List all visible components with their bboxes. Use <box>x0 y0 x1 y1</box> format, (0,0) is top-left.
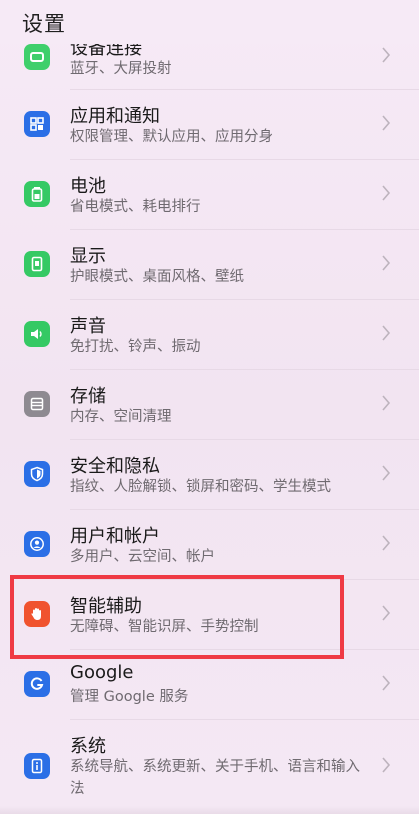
highlight-box <box>10 575 344 659</box>
storage-icon <box>24 391 50 417</box>
settings-item-users[interactable]: 用户和帐户 多用户、云空间、帐户 <box>0 510 419 579</box>
chevron-right-icon <box>382 675 391 691</box>
sound-icon <box>24 321 50 347</box>
settings-item-subtitle: 护眼模式、桌面风格、壁纸 <box>70 269 244 285</box>
settings-item-title: 用户和帐户 <box>70 526 160 547</box>
settings-screen: 设备连接 蓝牙、大屏投射 应用和通知 权限管理、默认应用、应用分身 电池 省电模… <box>0 0 419 814</box>
system-info-icon <box>24 753 50 779</box>
settings-item-title: 显示 <box>70 246 106 267</box>
settings-item-subtitle: 免打扰、铃声、振动 <box>70 339 201 355</box>
settings-item-title: 应用和通知 <box>70 106 160 127</box>
apps-icon <box>24 111 50 137</box>
settings-item-subtitle: 系统导航、系统更新、关于手机、语言和输入法 <box>70 759 360 797</box>
chevron-right-icon <box>382 47 391 63</box>
settings-item-display[interactable]: 显示 护眼模式、桌面风格、壁纸 <box>0 230 419 299</box>
settings-item-subtitle: 省电模式、耗电排行 <box>70 199 201 215</box>
app-header: 设置 <box>0 0 419 44</box>
chevron-right-icon <box>382 757 391 773</box>
settings-item-subtitle: 权限管理、默认应用、应用分身 <box>70 129 273 145</box>
settings-item-security[interactable]: 安全和隐私 指纹、人脸解锁、锁屏和密码、学生模式 <box>0 440 419 509</box>
device-connection-icon <box>24 44 50 70</box>
user-icon <box>24 531 50 557</box>
settings-item-system[interactable]: 系统 系统导航、系统更新、关于手机、语言和输入法 <box>0 720 419 814</box>
settings-item-subtitle: 蓝牙、大屏投射 <box>70 61 172 77</box>
settings-item-storage[interactable]: 存储 内存、空间清理 <box>0 370 419 439</box>
settings-list[interactable]: 设备连接 蓝牙、大屏投射 应用和通知 权限管理、默认应用、应用分身 电池 省电模… <box>0 0 419 814</box>
settings-item-subtitle: 多用户、云空间、帐户 <box>70 549 215 565</box>
chevron-right-icon <box>382 605 391 621</box>
chevron-right-icon <box>382 255 391 271</box>
settings-item-title: Google <box>70 662 134 683</box>
settings-item-subtitle: 内存、空间清理 <box>70 409 172 425</box>
settings-item-battery[interactable]: 电池 省电模式、耗电排行 <box>0 160 419 229</box>
settings-item-title: 电池 <box>70 176 106 197</box>
settings-item-title: 存储 <box>70 386 106 407</box>
settings-item-subtitle: 指纹、人脸解锁、锁屏和密码、学生模式 <box>70 479 331 495</box>
settings-item-google[interactable]: Google 管理 Google 服务 <box>0 650 419 719</box>
display-icon <box>24 251 50 277</box>
settings-item-title: 安全和隐私 <box>70 456 160 477</box>
chevron-right-icon <box>382 395 391 411</box>
settings-item-title: 系统 <box>70 736 106 757</box>
chevron-right-icon <box>382 535 391 551</box>
bottom-fade <box>0 806 419 814</box>
shield-icon <box>24 461 50 487</box>
google-icon <box>24 671 50 697</box>
settings-item-apps[interactable]: 应用和通知 权限管理、默认应用、应用分身 <box>0 90 419 158</box>
page-title: 设置 <box>22 12 66 36</box>
settings-item-sound[interactable]: 声音 免打扰、铃声、振动 <box>0 300 419 369</box>
chevron-right-icon <box>382 115 391 131</box>
settings-item-subtitle: 管理 Google 服务 <box>70 689 189 705</box>
settings-item-title: 声音 <box>70 316 106 337</box>
battery-icon <box>24 181 50 207</box>
chevron-right-icon <box>382 325 391 341</box>
chevron-right-icon <box>382 185 391 201</box>
chevron-right-icon <box>382 465 391 481</box>
